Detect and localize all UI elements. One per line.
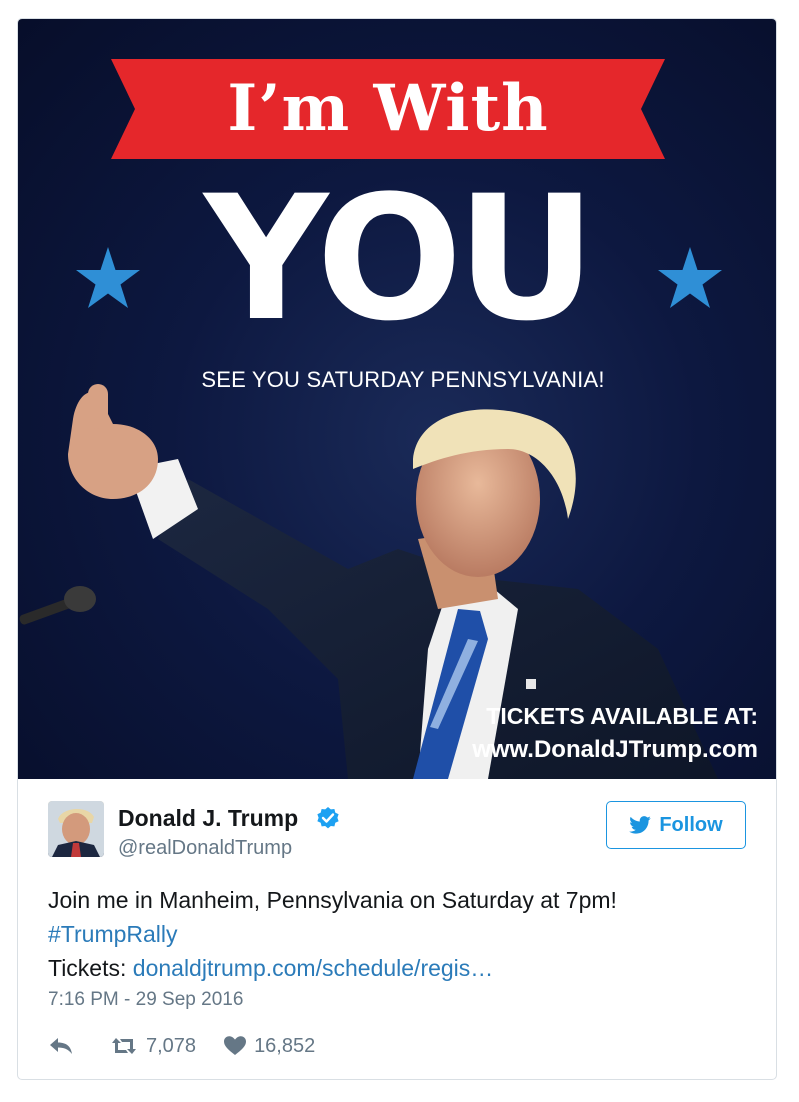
twitter-bird-icon [629,816,652,834]
follow-button[interactable]: Follow [606,801,746,849]
reply-icon [50,1038,72,1054]
tickets-info: TICKETS AVAILABLE AT: www.DonaldJTrump.c… [472,699,758,767]
reply-button[interactable] [48,1036,74,1056]
author-handle[interactable]: @realDonaldTrump [118,837,292,860]
like-count: 16,852 [254,1034,316,1057]
timestamp[interactable]: 7:16 PM - 29 Sep 2016 [48,989,243,1011]
retweet-button[interactable]: 7,078 [110,1035,196,1058]
tickets-link[interactable]: donaldjtrump.com/schedule/regis… [133,955,494,981]
avatar[interactable] [48,801,104,857]
avatar-face-icon [48,801,104,857]
action-bar: 7,078 16,852 [48,1031,343,1061]
tweet-image[interactable]: I’m With YOU SEE YOU SATURDAY PENNSYLVAN… [18,19,776,779]
tweet-tickets-line: Tickets: donaldjtrump.com/schedule/regis… [48,951,748,985]
hashtag-link[interactable]: #TrumpRally [48,917,748,951]
verified-badge-icon [317,807,339,829]
tickets-url: www.DonaldJTrump.com [472,736,758,763]
retweet-icon [112,1038,136,1054]
star-right-icon [658,247,722,308]
tweet-card: I’m With YOU SEE YOU SATURDAY PENNSYLVAN… [17,18,777,1080]
tweet-line1: Join me in Manheim, Pennsylvania on Satu… [48,887,617,913]
banner: I’m With [111,59,665,159]
banner-text: I’m With [227,71,549,146]
tickets-label: Tickets: [48,955,133,981]
tweet-text: Join me in Manheim, Pennsylvania on Satu… [48,883,748,985]
retweet-count: 7,078 [146,1034,197,1057]
heart-icon [224,1036,247,1055]
follow-label: Follow [659,813,723,836]
author-name[interactable]: Donald J. Trump [118,805,298,832]
tickets-line1: TICKETS AVAILABLE AT: [486,703,758,729]
star-left-icon [76,247,140,308]
like-button[interactable]: 16,852 [224,1035,315,1058]
